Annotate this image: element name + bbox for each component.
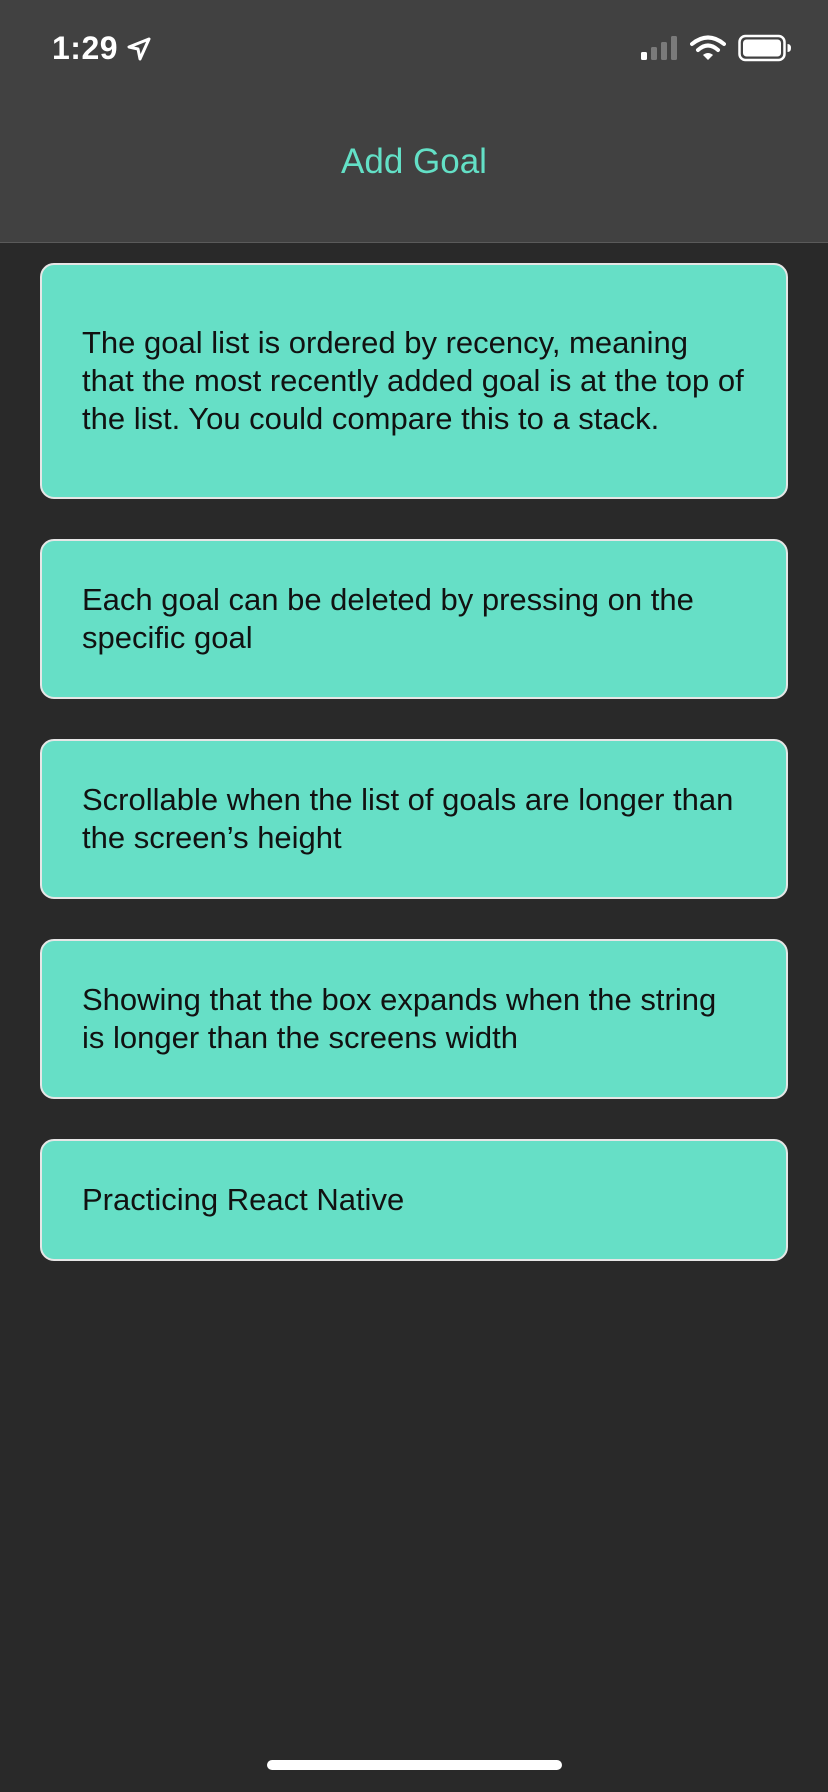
goal-text: The goal list is ordered by recency, mea… [82,325,744,436]
location-arrow-icon [126,36,152,62]
goal-text: Each goal can be deleted by pressing on … [82,582,694,655]
goal-item[interactable]: Each goal can be deleted by pressing on … [40,539,788,699]
goal-text: Practicing React Native [82,1182,405,1217]
goal-item[interactable]: The goal list is ordered by recency, mea… [40,263,788,499]
goal-item[interactable]: Scrollable when the list of goals are lo… [40,739,788,899]
status-time: 1:29 [52,30,119,66]
status-bar: 1:29 [0,0,828,100]
app-header: 1:29 Add Goal [0,0,828,243]
add-goal-button[interactable]: Add Goal [0,140,828,184]
goal-text: Scrollable when the list of goals are lo… [82,782,734,855]
goal-item[interactable]: Practicing React Native [40,1139,788,1261]
battery-icon [738,34,792,62]
wifi-icon [690,35,726,61]
cellular-signal-icon [640,35,678,61]
status-time-group: 1:29 [52,30,152,67]
home-indicator[interactable] [267,1760,562,1770]
status-indicators [640,34,792,62]
goal-item[interactable]: Showing that the box expands when the st… [40,939,788,1099]
goal-list[interactable]: The goal list is ordered by recency, mea… [40,263,788,1301]
goal-text: Showing that the box expands when the st… [82,982,717,1055]
